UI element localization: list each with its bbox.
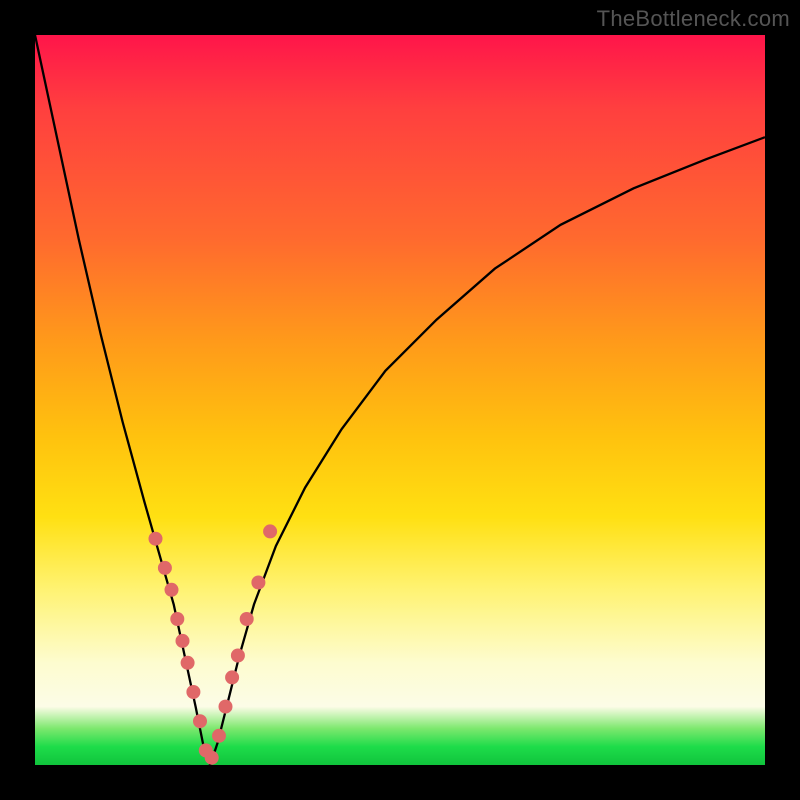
sample-dot (170, 612, 184, 626)
curve-layer (35, 35, 765, 765)
sample-dot (193, 714, 207, 728)
sample-dot (219, 700, 233, 714)
sample-dot (165, 583, 179, 597)
sample-dot (251, 576, 265, 590)
sample-dot (176, 634, 190, 648)
sample-dot (158, 561, 172, 575)
sample-dot (149, 532, 163, 546)
sample-dot (225, 670, 239, 684)
sample-dot (186, 685, 200, 699)
sample-dots-group (149, 524, 278, 764)
sample-dot (263, 524, 277, 538)
watermark-text: TheBottleneck.com (597, 6, 790, 32)
sample-dot (231, 649, 245, 663)
plot-area (35, 35, 765, 765)
bottleneck-curve (35, 35, 765, 765)
sample-dot (205, 751, 219, 765)
sample-dot (212, 729, 226, 743)
sample-dot (181, 656, 195, 670)
chart-frame: TheBottleneck.com (0, 0, 800, 800)
sample-dot (240, 612, 254, 626)
